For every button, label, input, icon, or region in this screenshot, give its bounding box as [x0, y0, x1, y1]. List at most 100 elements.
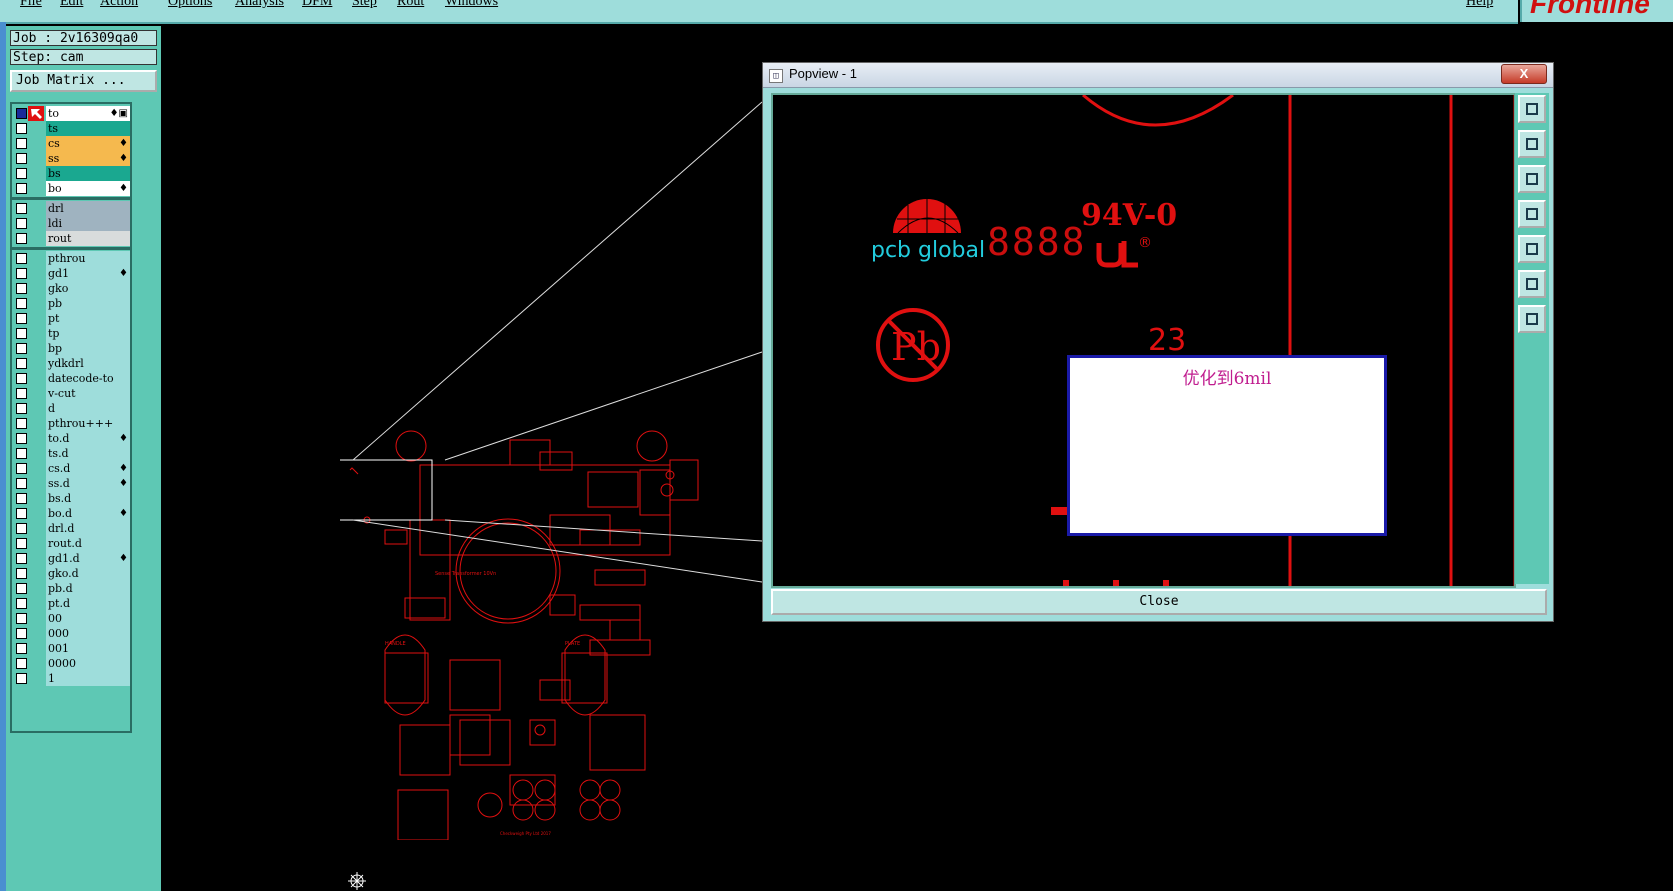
layer-name[interactable]: 0000 — [46, 656, 130, 671]
layer-row[interactable]: ts — [14, 121, 130, 136]
job-matrix-button[interactable]: Job Matrix ... — [10, 70, 157, 92]
layer-row[interactable]: gd1 ♦ — [14, 266, 130, 281]
layer-row[interactable]: pthrou — [14, 251, 130, 266]
layer-row[interactable]: pb — [14, 296, 130, 311]
zoom-in-icon[interactable] — [1518, 270, 1546, 298]
layer-row[interactable]: 00 — [14, 611, 130, 626]
menu-edit[interactable]: Edit — [60, 0, 83, 10]
layer-row[interactable]: tp — [14, 326, 130, 341]
close-icon[interactable]: X — [1501, 64, 1547, 84]
zoom-fit-icon[interactable] — [1518, 95, 1546, 123]
layer-checkbox[interactable] — [16, 138, 27, 149]
layer-checkbox[interactable] — [16, 598, 27, 609]
layer-checkbox[interactable] — [16, 658, 27, 669]
pan-down-icon[interactable] — [1518, 165, 1546, 193]
layer-row[interactable]: 1 — [14, 671, 130, 686]
layer-row[interactable]: gko — [14, 281, 130, 296]
layer-checkbox[interactable] — [16, 433, 27, 444]
layer-name[interactable]: ts — [46, 121, 130, 136]
layer-row[interactable]: pt — [14, 311, 130, 326]
layer-name[interactable]: drl.d — [46, 521, 130, 536]
layer-name[interactable]: gko.d — [46, 566, 130, 581]
layer-name[interactable]: ss ♦ — [46, 151, 130, 166]
layer-name[interactable]: ydkdrl — [46, 356, 130, 371]
layer-checkbox[interactable] — [16, 153, 27, 164]
layer-checkbox[interactable] — [16, 403, 27, 414]
layer-row[interactable]: ss ♦ — [14, 151, 130, 166]
layer-name[interactable]: cs.d ♦ — [46, 461, 130, 476]
layer-row[interactable]: 001 — [14, 641, 130, 656]
layer-checkbox[interactable] — [16, 523, 27, 534]
layer-checkbox[interactable] — [16, 583, 27, 594]
layer-checkbox[interactable] — [16, 463, 27, 474]
layer-row[interactable]: cs ♦ — [14, 136, 130, 151]
layer-row[interactable]: d — [14, 401, 130, 416]
pan-up-icon[interactable] — [1518, 130, 1546, 158]
layer-row[interactable]: pb.d — [14, 581, 130, 596]
layer-checkbox[interactable] — [16, 253, 27, 264]
layer-row[interactable]: v-cut — [14, 386, 130, 401]
layer-name[interactable]: rout — [46, 231, 130, 246]
layer-name[interactable]: rout.d — [46, 536, 130, 551]
layer-name[interactable]: tp — [46, 326, 130, 341]
layer-checkbox[interactable] — [16, 343, 27, 354]
menu-rout[interactable]: Rout — [397, 0, 424, 10]
layer-checkbox[interactable] — [16, 388, 27, 399]
layer-row[interactable]: rout — [14, 231, 130, 246]
layer-row[interactable]: ss.d ♦ — [14, 476, 130, 491]
layer-row[interactable]: bo ♦ — [14, 181, 130, 196]
layer-name[interactable]: ts.d — [46, 446, 130, 461]
layer-name[interactable]: to ♦▣ — [46, 106, 130, 121]
layer-checkbox[interactable] — [16, 358, 27, 369]
zoom-out-icon[interactable] — [1518, 305, 1546, 333]
layer-name[interactable]: 1 — [46, 671, 130, 686]
layer-checkbox[interactable] — [16, 373, 27, 384]
layer-name[interactable]: bo.d ♦ — [46, 506, 130, 521]
layer-name[interactable]: bp — [46, 341, 130, 356]
menu-options[interactable]: Options — [168, 0, 212, 10]
layer-checkbox[interactable] — [16, 283, 27, 294]
layer-name[interactable]: ss.d ♦ — [46, 476, 130, 491]
menu-windows[interactable]: Windows — [445, 0, 498, 10]
layer-name[interactable]: gko — [46, 281, 130, 296]
layer-checkbox[interactable] — [16, 643, 27, 654]
layer-name[interactable]: d — [46, 401, 130, 416]
layer-name[interactable]: bs — [46, 166, 130, 181]
layer-row[interactable]: drl.d — [14, 521, 130, 536]
layer-name[interactable]: pt.d — [46, 596, 130, 611]
menu-dfm[interactable]: DFM — [302, 0, 332, 10]
layer-checkbox[interactable] — [16, 218, 27, 229]
layer-checkbox[interactable] — [16, 328, 27, 339]
layer-checkbox[interactable] — [16, 168, 27, 179]
layer-checkbox[interactable] — [16, 568, 27, 579]
layer-checkbox[interactable] — [16, 613, 27, 624]
layer-name[interactable]: datecode-to — [46, 371, 130, 386]
layer-row[interactable]: bs — [14, 166, 130, 181]
popview-titlebar[interactable]: ◫ Popview - 1 X — [763, 63, 1553, 88]
layer-name[interactable]: gd1 ♦ — [46, 266, 130, 281]
layer-checkbox[interactable] — [16, 203, 27, 214]
layer-name[interactable]: 001 — [46, 641, 130, 656]
layer-row[interactable]: gko.d — [14, 566, 130, 581]
layer-name[interactable]: 00 — [46, 611, 130, 626]
layer-name[interactable]: gd1.d ♦ — [46, 551, 130, 566]
layer-name[interactable]: 000 — [46, 626, 130, 641]
layer-checkbox[interactable] — [16, 508, 27, 519]
layer-name[interactable]: cs ♦ — [46, 136, 130, 151]
layer-name[interactable]: v-cut — [46, 386, 130, 401]
layer-row[interactable]: bp — [14, 341, 130, 356]
layer-row[interactable]: to.d ♦ — [14, 431, 130, 446]
annotation-note[interactable]: 优化到6mil — [1067, 355, 1387, 536]
menu-file[interactable]: File — [20, 0, 42, 10]
layer-name[interactable]: pt — [46, 311, 130, 326]
layer-row[interactable]: cs.d ♦ — [14, 461, 130, 476]
layer-checkbox[interactable] — [16, 108, 27, 119]
pcb-overview[interactable]: Sense Transformer 10Vn HANDLE PLATE Chec… — [340, 380, 720, 840]
close-button[interactable]: Close — [771, 589, 1547, 615]
layer-row[interactable]: ldi — [14, 216, 130, 231]
layer-name[interactable]: pthrou — [46, 251, 130, 266]
menu-step[interactable]: Step — [352, 0, 377, 10]
layer-row[interactable]: bs.d — [14, 491, 130, 506]
layer-row[interactable]: gd1.d ♦ — [14, 551, 130, 566]
layer-name[interactable]: bo ♦ — [46, 181, 130, 196]
